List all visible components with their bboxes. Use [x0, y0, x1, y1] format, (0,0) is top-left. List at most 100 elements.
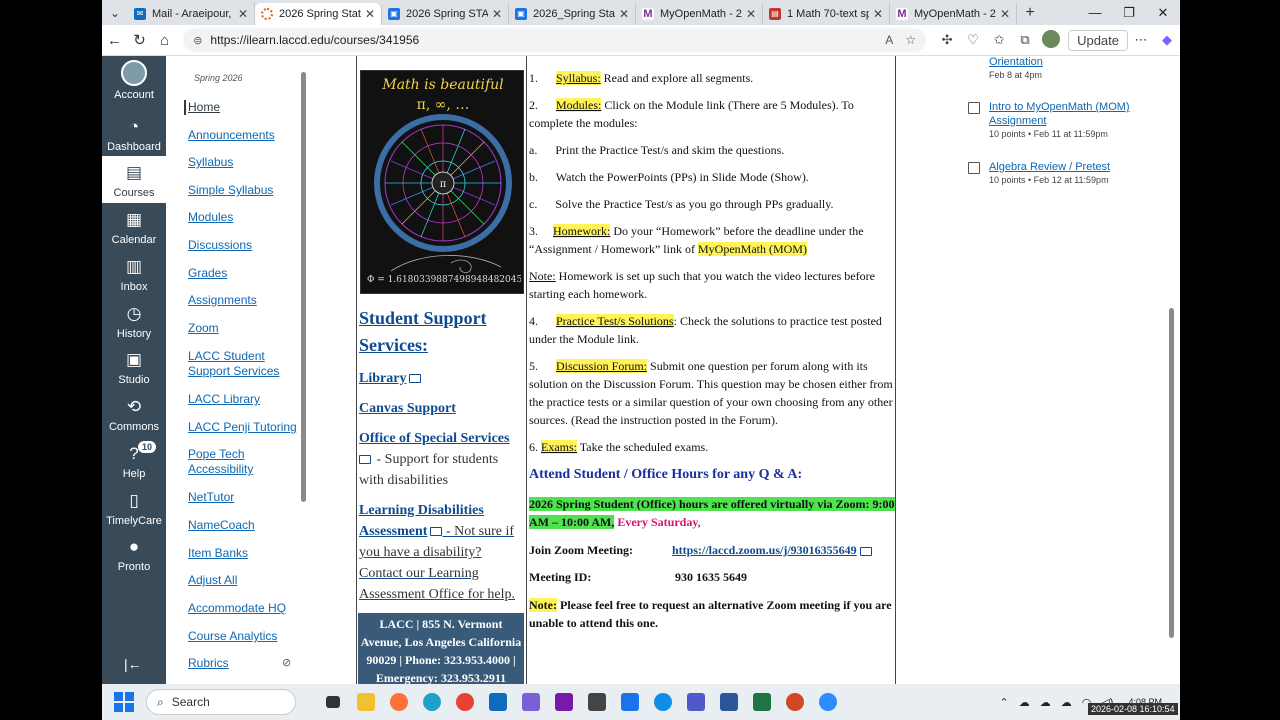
- close-icon[interactable]: ✕: [492, 7, 502, 21]
- favorites-icon[interactable]: ✩: [986, 32, 1012, 48]
- tab-active-canvas[interactable]: 2026 Spring Stat C10 ✕: [255, 2, 382, 25]
- url-field[interactable]: ⊜ https://ilearn.laccd.edu/courses/34195…: [183, 28, 927, 52]
- course-nav-announcements[interactable]: Announcements: [188, 128, 300, 143]
- close-icon[interactable]: ✕: [619, 7, 629, 21]
- homework-link[interactable]: Homework:: [553, 224, 611, 238]
- close-window-icon[interactable]: ✕: [1146, 0, 1180, 25]
- syllabus-link[interactable]: Syllabus:: [556, 71, 601, 85]
- windows-start-icon[interactable]: [114, 692, 134, 712]
- cloud-icon[interactable]: ☁: [1061, 696, 1072, 709]
- page-scroll-thumb[interactable]: [1169, 308, 1174, 638]
- tab-pdf[interactable]: ▤ 1 Math 70-text spec ✕: [763, 2, 890, 25]
- tab-myopenmath-2[interactable]: M MyOpenMath - 2026 ✕: [890, 2, 1017, 25]
- global-nav-pronto[interactable]: ● Pronto: [102, 536, 166, 576]
- zoom-meeting-link[interactable]: https://laccd.zoom.us/j/93016355649: [672, 541, 872, 559]
- home-icon[interactable]: ⌂: [152, 32, 177, 49]
- collections-icon[interactable]: ⧉: [1012, 32, 1038, 48]
- word-icon[interactable]: [712, 689, 745, 715]
- close-icon[interactable]: ✕: [238, 7, 248, 21]
- global-nav-studio[interactable]: ▣ Studio: [102, 349, 166, 389]
- course-nav-zoom[interactable]: Zoom: [188, 321, 300, 336]
- tab-list-button[interactable]: ⌄: [102, 0, 128, 25]
- course-nav-scroll-thumb[interactable]: [301, 72, 306, 502]
- copilot-icon[interactable]: ◆: [1154, 32, 1180, 48]
- extensions-icon[interactable]: ✣: [934, 32, 960, 48]
- course-nav-assignments[interactable]: Assignments: [188, 293, 300, 308]
- collapse-nav-icon[interactable]: |←: [124, 656, 142, 672]
- restore-icon[interactable]: ❐: [1112, 0, 1146, 25]
- edge-icon[interactable]: [415, 689, 448, 715]
- site-info-icon[interactable]: ⊜: [193, 34, 202, 47]
- cloud-icon[interactable]: ☁: [1040, 696, 1051, 709]
- todo-title[interactable]: Orientation: [989, 55, 1159, 69]
- chrome-icon[interactable]: [448, 689, 481, 715]
- course-nav-simple-syllabus[interactable]: Simple Syllabus: [188, 183, 300, 198]
- course-nav-adjust-all[interactable]: Adjust All: [188, 573, 300, 588]
- course-nav-lacc-penji-tutoring[interactable]: LACC Penji Tutoring: [188, 420, 300, 435]
- course-nav-syllabus[interactable]: Syllabus: [188, 155, 300, 170]
- onenote-icon[interactable]: [547, 689, 580, 715]
- student-support-heading[interactable]: Student Support Services:: [359, 305, 524, 359]
- update-button[interactable]: Update: [1068, 29, 1128, 51]
- new-tab-button[interactable]: +: [1017, 4, 1043, 22]
- close-icon[interactable]: ✕: [365, 7, 375, 21]
- course-nav-pope-tech[interactable]: Pope Tech Accessibility: [188, 447, 300, 477]
- discussion-forum-link[interactable]: Discussion Forum:: [556, 359, 648, 373]
- outlook-icon[interactable]: [481, 689, 514, 715]
- course-nav-nettutor[interactable]: NetTutor: [188, 490, 300, 505]
- course-nav-discussions[interactable]: Discussions: [188, 238, 300, 253]
- global-nav-dashboard[interactable]: ◔ Dashboard: [102, 116, 166, 156]
- firefox-icon[interactable]: [382, 689, 415, 715]
- canvas-support-link[interactable]: Canvas Support: [359, 398, 524, 419]
- page-scrollbar[interactable]: [1166, 56, 1178, 684]
- favorite-star-icon[interactable]: ☆: [905, 33, 916, 47]
- more-options-icon[interactable]: ⋯: [1128, 32, 1154, 48]
- browser-essentials-icon[interactable]: ♡: [960, 32, 986, 48]
- global-nav-courses[interactable]: ▤ Courses: [102, 156, 166, 203]
- global-nav-inbox[interactable]: ▥ Inbox: [102, 256, 166, 296]
- cloud-icon[interactable]: ☁: [1019, 696, 1030, 709]
- tab-canvas-2[interactable]: ▣ 2026 Spring STAT C1 ✕: [382, 2, 509, 25]
- exams-link[interactable]: Exams:: [541, 440, 577, 454]
- back-icon[interactable]: ←: [102, 32, 127, 49]
- modules-link[interactable]: Modules:: [556, 98, 602, 112]
- course-nav-home[interactable]: Home: [184, 100, 296, 115]
- read-aloud-icon[interactable]: A: [885, 33, 893, 47]
- file-explorer-icon[interactable]: [349, 689, 382, 715]
- mail-app-icon[interactable]: [613, 689, 646, 715]
- course-nav-accommodate-hq[interactable]: Accommodate HQ: [188, 601, 300, 616]
- tab-mail[interactable]: ✉ Mail - Araeipour, Mo ✕: [128, 2, 255, 25]
- show-hidden-icons[interactable]: ⌃: [1000, 696, 1009, 709]
- global-nav-calendar[interactable]: ▦ Calendar: [102, 209, 166, 249]
- teams-icon[interactable]: [679, 689, 712, 715]
- tab-myopenmath-1[interactable]: M MyOpenMath - 2026 ✕: [636, 2, 763, 25]
- calculator-icon[interactable]: [580, 689, 613, 715]
- powerpoint-icon[interactable]: [778, 689, 811, 715]
- task-view-icon[interactable]: [316, 689, 349, 715]
- course-nav-lacc-library[interactable]: LACC Library: [188, 392, 300, 407]
- close-icon[interactable]: ✕: [746, 7, 756, 21]
- global-nav-history[interactable]: ◷ History: [102, 303, 166, 343]
- close-icon[interactable]: ✕: [1000, 7, 1010, 21]
- library-link[interactable]: Library: [359, 368, 524, 389]
- course-nav-namecoach[interactable]: NameCoach: [188, 518, 300, 533]
- course-nav-lacc-student-support[interactable]: LACC Student Support Services: [188, 349, 300, 379]
- teamviewer-icon[interactable]: [646, 689, 679, 715]
- special-services-link[interactable]: Office of Special Services: [359, 428, 524, 449]
- practice-solutions-link[interactable]: Practice Test/s Solutions: [556, 314, 674, 328]
- refresh-icon[interactable]: ↻: [127, 31, 152, 49]
- course-nav-item-banks[interactable]: Item Banks: [188, 546, 300, 561]
- learning-disabilities-link[interactable]: Learning Disabilities Assessment - Not s…: [359, 500, 524, 605]
- profile-avatar[interactable]: [1038, 29, 1064, 51]
- zoom-app-icon[interactable]: [811, 689, 844, 715]
- global-nav-account[interactable]: Account: [102, 60, 166, 106]
- tab-canvas-3[interactable]: ▣ 2026_Spring Stat C1 ✕: [509, 2, 636, 25]
- todo-title[interactable]: Intro to MyOpenMath (MOM) Assignment: [989, 100, 1159, 128]
- snipping-tool-icon[interactable]: [514, 689, 547, 715]
- global-nav-timelycare[interactable]: ▯ TimelyCare: [102, 490, 166, 530]
- global-nav-help[interactable]: ? 10 Help: [102, 441, 166, 483]
- course-nav-modules[interactable]: Modules: [188, 210, 300, 225]
- excel-icon[interactable]: [745, 689, 778, 715]
- course-nav-course-analytics[interactable]: Course Analytics: [188, 629, 300, 644]
- close-icon[interactable]: ✕: [873, 7, 883, 21]
